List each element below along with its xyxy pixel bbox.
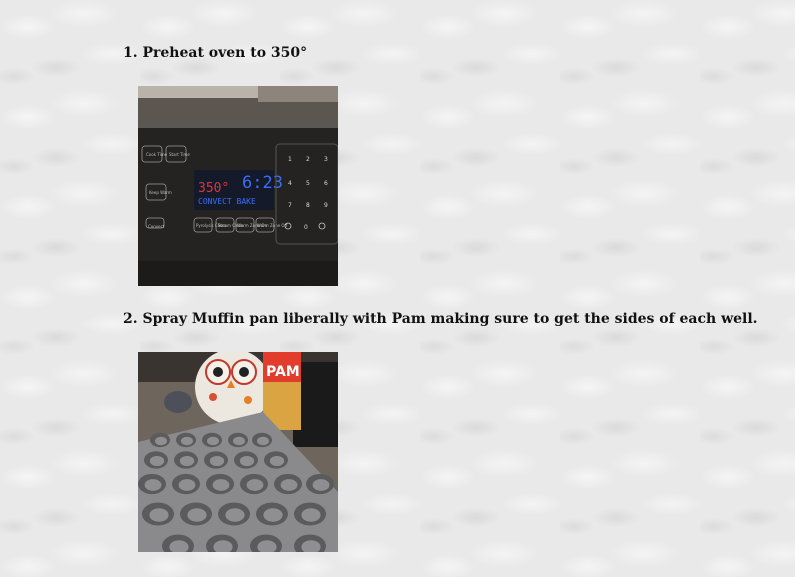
muffin-well-bottom [187, 508, 207, 522]
muffin-well-bottom [149, 508, 169, 522]
digit: 0 [304, 224, 308, 231]
can-label: PAM [266, 364, 300, 380]
step-1-instruction: 1. Preheat oven to 350° [123, 45, 308, 61]
muffin-well-bottom [301, 508, 321, 522]
muffin-well-bottom [212, 479, 230, 491]
digit: 7 [288, 202, 292, 209]
muffin-well-bottom [269, 455, 285, 467]
muffin-well-bottom [179, 455, 195, 467]
digit: 4 [288, 180, 292, 187]
muffin-well-bottom [263, 508, 283, 522]
muffin-well-bottom [312, 479, 330, 491]
muffin-well-bottom [178, 479, 196, 491]
key-label: Convect [148, 224, 165, 229]
muffin-well-bottom [144, 479, 162, 491]
muffin-well-bottom [239, 455, 255, 467]
digit: 9 [324, 202, 328, 209]
digit: 8 [306, 202, 310, 209]
display-temperature: 350° [198, 181, 229, 196]
key-label: Start Time [169, 152, 190, 157]
muffin-well-bottom [181, 436, 193, 446]
muffin-well-bottom [155, 436, 167, 446]
oven-control-panel-photo: Cook Time Start Time Keep Warm Convect P… [138, 86, 338, 286]
key-label: Keep Warm [149, 190, 172, 195]
display-mode: CONVECT BAKE [198, 197, 256, 206]
muffin-well-bottom [233, 436, 245, 446]
muffin-well-bottom [280, 479, 298, 491]
display-clock: 6:23 [242, 173, 283, 193]
muffin-well-bottom [149, 455, 165, 467]
muffin-pan-photo: PAM [138, 352, 338, 552]
digit: 2 [306, 156, 310, 163]
digit: 1 [288, 156, 292, 163]
digit: 6 [324, 180, 328, 187]
digit: 5 [306, 180, 310, 187]
key-label: Cook Time [146, 152, 168, 157]
muffin-well-bottom [257, 436, 269, 446]
muffin-well-bottom [246, 479, 264, 491]
key-label: Warm Zone Off [257, 223, 287, 228]
digit: 3 [324, 156, 328, 163]
muffin-well-bottom [209, 455, 225, 467]
muffin-well-bottom [225, 508, 245, 522]
step-2-instruction: 2. Spray Muffin pan liberally with Pam m… [123, 311, 758, 327]
muffin-well-bottom [207, 436, 219, 446]
